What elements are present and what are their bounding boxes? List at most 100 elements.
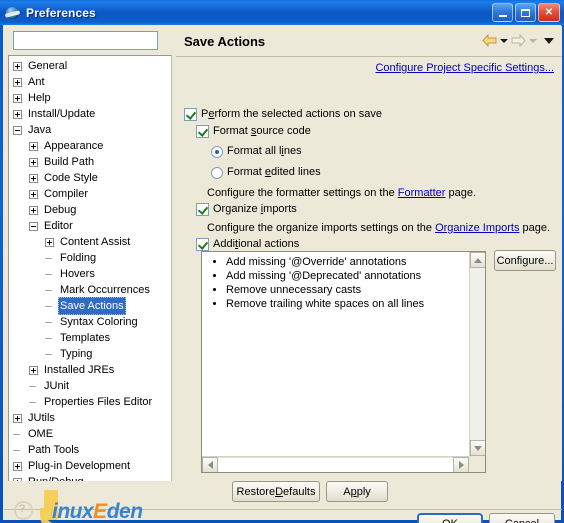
- format-edited-lines-radio-row[interactable]: Format edited lines: [211, 166, 321, 179]
- tree-collapse-icon[interactable]: [29, 221, 38, 231]
- scroll-right-button[interactable]: [453, 457, 469, 472]
- tree-item-appearance[interactable]: Appearance: [9, 138, 171, 154]
- tree-collapse-icon[interactable]: [13, 125, 22, 135]
- additional-action-item[interactable]: Add missing '@Override' annotations: [226, 255, 470, 269]
- tree-item-jutils[interactable]: JUtils: [9, 410, 171, 426]
- tree-expand-icon[interactable]: [13, 413, 22, 423]
- footer-separator: [4, 509, 562, 510]
- restore-defaults-button[interactable]: Restore Defaults: [232, 481, 320, 502]
- tree-leaf-marker[interactable]: [45, 270, 54, 279]
- organize-imports-hint: Configure the organize imports settings …: [207, 222, 550, 234]
- tree-expand-icon[interactable]: [13, 109, 22, 119]
- tree-expand-icon[interactable]: [13, 77, 22, 87]
- tree-item-mark-occurrences[interactable]: Mark Occurrences: [9, 282, 171, 298]
- additional-action-item[interactable]: Remove trailing white spaces on all line…: [226, 297, 470, 311]
- scroll-up-button[interactable]: [470, 252, 485, 268]
- tree-item-run-debug[interactable]: Run/Debug: [9, 474, 171, 481]
- tree-expand-icon[interactable]: [29, 173, 38, 183]
- ok-button[interactable]: OK: [417, 513, 483, 523]
- tree-item-content-assist[interactable]: Content Assist: [9, 234, 171, 250]
- tree-item-templates[interactable]: Templates: [9, 330, 171, 346]
- tree-item-junit[interactable]: JUnit: [9, 378, 171, 394]
- back-dropdown-icon[interactable]: [500, 38, 508, 43]
- maximize-button[interactable]: [515, 3, 536, 22]
- apply-button[interactable]: Ap ply: [326, 481, 388, 502]
- tree-item-build-path[interactable]: Build Path: [9, 154, 171, 170]
- tree-item-compiler[interactable]: Compiler: [9, 186, 171, 202]
- tree-item-code-style[interactable]: Code Style: [9, 170, 171, 186]
- tree-item-folding[interactable]: Folding: [9, 250, 171, 266]
- tree-item-label: Typing: [60, 348, 93, 360]
- format-all-lines-radio[interactable]: [211, 146, 223, 158]
- preferences-tree[interactable]: General Ant Help Install/Update Java Appearan…: [8, 55, 172, 481]
- list-horizontal-scrollbar[interactable]: [202, 456, 469, 472]
- page-menu-chevron-icon[interactable]: [544, 37, 554, 44]
- tree-item-hovers[interactable]: Hovers: [9, 266, 171, 282]
- tree-leaf-marker[interactable]: [13, 446, 22, 455]
- tree-item-install-update[interactable]: Install/Update: [9, 106, 171, 122]
- tree-leaf-marker[interactable]: [45, 350, 54, 359]
- tree-item-ant[interactable]: Ant: [9, 74, 171, 90]
- format-edited-lines-radio[interactable]: [211, 167, 223, 179]
- tree-item-editor[interactable]: Editor: [9, 218, 171, 234]
- save-actions-page: Save Actions Configure Project Specific …: [176, 26, 562, 481]
- tree-expand-icon[interactable]: [29, 141, 38, 151]
- close-button[interactable]: ✕: [538, 3, 560, 22]
- minimize-button[interactable]: [492, 3, 513, 22]
- tree-expand-icon[interactable]: [45, 237, 54, 247]
- tree-leaf-marker[interactable]: [29, 398, 38, 407]
- additional-actions-checkbox-row[interactable]: Additional actions: [196, 238, 299, 251]
- tree-expand-icon[interactable]: [13, 461, 22, 471]
- scroll-down-button[interactable]: [470, 440, 485, 456]
- perform-on-save-checkbox[interactable]: [184, 108, 197, 121]
- tree-item-ome[interactable]: OME: [9, 426, 171, 442]
- tree-item-save-actions[interactable]: Save Actions: [9, 297, 171, 315]
- tree-expand-icon[interactable]: [29, 157, 38, 167]
- filter-input[interactable]: [13, 31, 158, 50]
- organize-imports-checkbox-row[interactable]: Organize imports: [196, 203, 297, 216]
- additional-action-item[interactable]: Remove unnecessary casts: [226, 283, 470, 297]
- format-source-checkbox-row[interactable]: Format source code: [196, 125, 311, 138]
- tree-item-java[interactable]: Java: [9, 122, 171, 138]
- tree-item-label: Run/Debug: [26, 474, 86, 481]
- tree-leaf-marker[interactable]: [45, 286, 54, 295]
- configure-project-specific-settings-link[interactable]: Configure Project Specific Settings...: [375, 62, 554, 74]
- tree-item-help[interactable]: Help: [9, 90, 171, 106]
- tree-item-plug-in-development[interactable]: Plug-in Development: [9, 458, 171, 474]
- tree-item-debug[interactable]: Debug: [9, 202, 171, 218]
- tree-expand-icon[interactable]: [29, 205, 38, 215]
- tree-item-label: Appearance: [44, 140, 104, 152]
- tree-item-general[interactable]: General: [9, 58, 171, 74]
- list-vertical-scrollbar[interactable]: [469, 252, 485, 456]
- tree-expand-icon[interactable]: [29, 189, 38, 199]
- tree-leaf-marker[interactable]: [45, 318, 54, 327]
- tree-expand-icon[interactable]: [13, 61, 22, 71]
- organize-imports-checkbox[interactable]: [196, 203, 209, 216]
- tree-item-properties-files-editor[interactable]: Properties Files Editor: [9, 394, 171, 410]
- tree-leaf-marker[interactable]: [45, 302, 54, 311]
- additional-actions-checkbox[interactable]: [196, 238, 209, 251]
- tree-expand-icon[interactable]: [29, 365, 38, 375]
- additional-actions-list[interactable]: Add missing '@Override' annotationsAdd m…: [201, 251, 486, 473]
- format-all-lines-radio-row[interactable]: Format all lines: [211, 145, 302, 158]
- tree-leaf-marker[interactable]: [45, 334, 54, 343]
- format-source-checkbox[interactable]: [196, 125, 209, 138]
- tree-item-installed-jres[interactable]: Installed JREs: [9, 362, 171, 378]
- tree-leaf-marker[interactable]: [29, 382, 38, 391]
- organize-imports-link[interactable]: Organize Imports: [435, 222, 519, 234]
- tree-item-label: Content Assist: [60, 236, 131, 248]
- back-arrow-icon[interactable]: [482, 34, 497, 47]
- tree-item-typing[interactable]: Typing: [9, 346, 171, 362]
- configure-button[interactable]: Configure...: [494, 250, 556, 271]
- cancel-button[interactable]: Cancel: [489, 513, 555, 523]
- additional-action-item[interactable]: Add missing '@Deprecated' annotations: [226, 269, 470, 283]
- tree-expand-icon[interactable]: [13, 93, 22, 103]
- formatter-link[interactable]: Formatter: [398, 187, 446, 199]
- tree-expand-icon[interactable]: [13, 477, 22, 481]
- tree-item-path-tools[interactable]: Path Tools: [9, 442, 171, 458]
- tree-leaf-marker[interactable]: [45, 254, 54, 263]
- perform-on-save-checkbox-row[interactable]: Perform the selected actions on save: [184, 108, 382, 121]
- tree-leaf-marker[interactable]: [13, 430, 22, 439]
- scroll-left-button[interactable]: [202, 457, 218, 472]
- tree-item-syntax-coloring[interactable]: Syntax Coloring: [9, 314, 171, 330]
